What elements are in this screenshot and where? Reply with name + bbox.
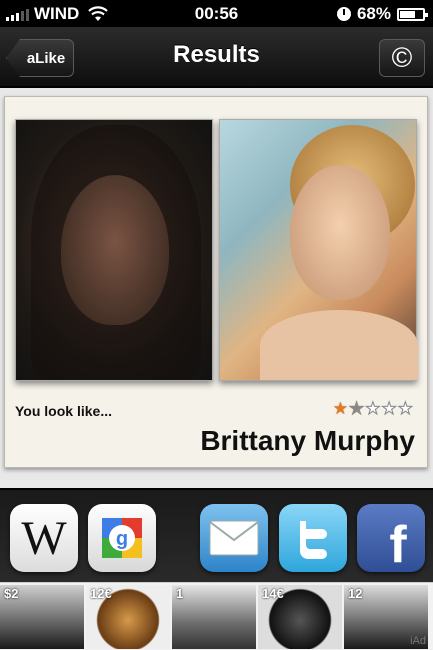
page-title: Results bbox=[173, 41, 260, 68]
ad-item-leather-jacket[interactable]: $2 bbox=[0, 585, 84, 649]
wikipedia-icon: W bbox=[21, 511, 67, 565]
rating-star: ★ bbox=[397, 399, 413, 419]
facebook-icon: f bbox=[389, 516, 407, 574]
celebrity-name: Brittany Murphy bbox=[200, 425, 415, 456]
rating-star: ★ bbox=[381, 399, 397, 419]
celebrity-photo bbox=[219, 119, 418, 381]
celebrity-photo-shoulder bbox=[260, 310, 418, 380]
mail-icon bbox=[209, 520, 259, 556]
ad-item-jacket[interactable]: 1 bbox=[172, 585, 256, 649]
ad-price: 12€ bbox=[90, 586, 112, 601]
status-bar: WIND 00:56 68% bbox=[0, 0, 433, 27]
copyright-icon: © bbox=[391, 42, 413, 73]
ad-item-watch[interactable]: 12€ bbox=[86, 585, 170, 649]
user-photo-face bbox=[61, 175, 169, 325]
status-right: 68% bbox=[336, 4, 428, 24]
rating-star: ★ bbox=[348, 399, 365, 419]
copyright-button[interactable]: © bbox=[379, 39, 425, 77]
lookalike-label: You look like... bbox=[15, 403, 112, 419]
svg-text:g: g bbox=[116, 528, 128, 550]
mail-button[interactable] bbox=[200, 504, 268, 572]
ad-price: 1 bbox=[176, 586, 184, 601]
star-rating: ★ ★ ★ ★ ★ bbox=[332, 399, 414, 419]
result-card: You look like... ★ ★ ★ ★ ★ Brittany Murphy bbox=[4, 96, 428, 468]
ad-price: $2 bbox=[4, 586, 19, 601]
celebrity-photo-face bbox=[290, 165, 390, 300]
user-photo bbox=[15, 119, 213, 381]
ad-item-sport-watch[interactable]: 14€ bbox=[258, 585, 342, 649]
rating-star: ★ bbox=[365, 399, 381, 419]
ad-item-coat[interactable]: 12 iAd bbox=[344, 585, 428, 649]
ad-banner[interactable]: $2 12€ 1 14€ 12 iAd bbox=[0, 582, 433, 650]
ad-price: 12 bbox=[348, 586, 363, 601]
navigation-bar: aLike Results © bbox=[0, 27, 433, 87]
ad-price: 14€ bbox=[262, 586, 284, 601]
results-content: You look like... ★ ★ ★ ★ ★ Brittany Murphy bbox=[0, 88, 433, 488]
iad-badge: iAd bbox=[410, 635, 426, 647]
google-icon: g bbox=[102, 518, 142, 558]
rating-star: ★ bbox=[332, 399, 348, 418]
facebook-button[interactable]: f bbox=[357, 504, 425, 574]
twitter-button[interactable] bbox=[279, 504, 347, 572]
wikipedia-button[interactable]: W bbox=[10, 504, 78, 572]
google-button[interactable]: g bbox=[88, 504, 156, 572]
alarm-clock-icon bbox=[336, 7, 351, 21]
battery-icon bbox=[397, 7, 428, 21]
share-bar: W g f bbox=[0, 490, 433, 582]
twitter-icon bbox=[300, 521, 327, 559]
battery-percent: 68% bbox=[356, 4, 391, 23]
